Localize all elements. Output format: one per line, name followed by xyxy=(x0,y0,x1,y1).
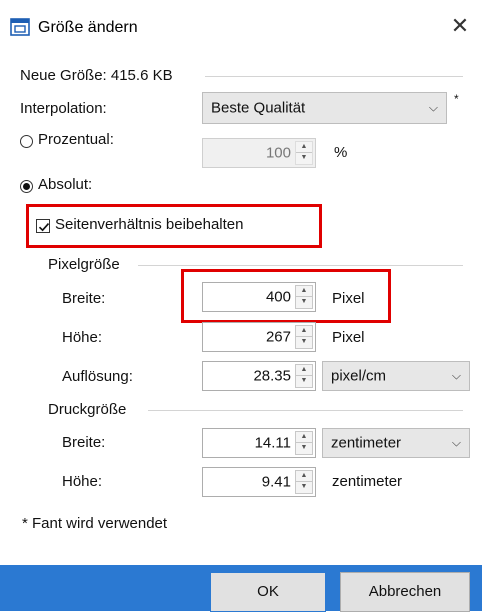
chevron-down-icon: ⌵ xyxy=(428,100,438,115)
pixel-height-value[interactable]: 267 xyxy=(266,329,291,346)
interpolation-dropdown[interactable]: Beste Qualität ⌵ xyxy=(202,92,447,124)
check-icon xyxy=(38,223,50,232)
pixel-height-unit: Pixel xyxy=(332,329,365,346)
resolution-unit-dropdown[interactable]: pixel/cm ⌵ xyxy=(322,361,470,391)
print-height-unit: zentimeter xyxy=(332,473,403,490)
chevron-down-icon: ⌵ xyxy=(451,368,461,383)
percent-radio[interactable] xyxy=(20,135,33,148)
spinner-arrows-icon[interactable]: ▲ ▼ xyxy=(295,431,313,455)
print-width-spinner[interactable]: 14.11 ▲ ▼ xyxy=(202,428,316,458)
window-title: Größe ändern xyxy=(38,19,138,36)
pixel-width-label: Breite: xyxy=(62,290,106,307)
spinner-arrows-icon[interactable]: ▲ ▼ xyxy=(295,285,313,309)
percent-spinner[interactable]: 100 ▲ ▼ xyxy=(202,138,316,168)
divider xyxy=(205,76,463,77)
spinner-arrows-icon[interactable]: ▲ ▼ xyxy=(295,470,313,494)
pixel-height-label: Höhe: xyxy=(62,329,103,346)
percent-value: 100 xyxy=(265,144,291,162)
spinner-arrows-icon[interactable]: ▲ ▼ xyxy=(295,141,313,165)
print-width-label: Breite: xyxy=(62,434,106,451)
print-height-spinner[interactable]: 9.41 ▲ ▼ xyxy=(202,467,316,497)
resolution-value[interactable]: 28.35 xyxy=(253,368,291,385)
pixel-width-unit: Pixel xyxy=(332,290,365,307)
pixel-size-header: Pixelgröße xyxy=(48,256,120,273)
divider xyxy=(148,410,463,411)
ok-button[interactable]: OK xyxy=(210,572,326,612)
radio-selected-dot xyxy=(23,183,30,190)
chevron-down-icon: ⌵ xyxy=(451,435,461,450)
resolution-unit-value: pixel/cm xyxy=(331,367,387,385)
pixel-width-spinner[interactable]: 400 ▲ ▼ xyxy=(202,282,316,312)
absolute-radio[interactable] xyxy=(20,180,33,193)
interpolation-label: Interpolation: xyxy=(20,100,107,117)
pixel-width-value[interactable]: 400 xyxy=(266,289,291,306)
interpolation-asterisk: * xyxy=(454,92,459,106)
print-width-value[interactable]: 14.11 xyxy=(255,435,291,452)
print-height-label: Höhe: xyxy=(62,473,103,490)
keep-ratio-label: Seitenverhältnis beibehalten xyxy=(55,216,244,233)
divider xyxy=(138,265,463,266)
resolution-label: Auflösung: xyxy=(62,368,133,385)
absolute-label: Absolut: xyxy=(38,176,93,193)
footnote: * Fant wird verwendet xyxy=(22,515,168,532)
print-width-unit-dropdown[interactable]: zentimeter ⌵ xyxy=(322,428,470,458)
close-icon[interactable]: ✕ xyxy=(448,14,472,38)
percent-unit: % xyxy=(334,144,348,161)
print-height-value[interactable]: 9.41 xyxy=(262,474,291,491)
keep-ratio-checkbox[interactable] xyxy=(36,219,50,233)
new-size-text: Neue Größe: 415.6 KB xyxy=(20,67,173,84)
cancel-button[interactable]: Abbrechen xyxy=(340,572,470,612)
print-size-header: Druckgröße xyxy=(48,401,127,418)
percent-label: Prozentual: xyxy=(38,131,114,148)
spinner-arrows-icon[interactable]: ▲ ▼ xyxy=(295,325,313,349)
resolution-spinner[interactable]: 28.35 ▲ ▼ xyxy=(202,361,316,391)
pixel-height-spinner[interactable]: 267 ▲ ▼ xyxy=(202,322,316,352)
print-width-unit-value: zentimeter xyxy=(331,434,402,452)
interpolation-value: Beste Qualität xyxy=(211,99,306,117)
spinner-arrows-icon[interactable]: ▲ ▼ xyxy=(295,364,313,388)
resize-window-icon xyxy=(10,18,30,36)
